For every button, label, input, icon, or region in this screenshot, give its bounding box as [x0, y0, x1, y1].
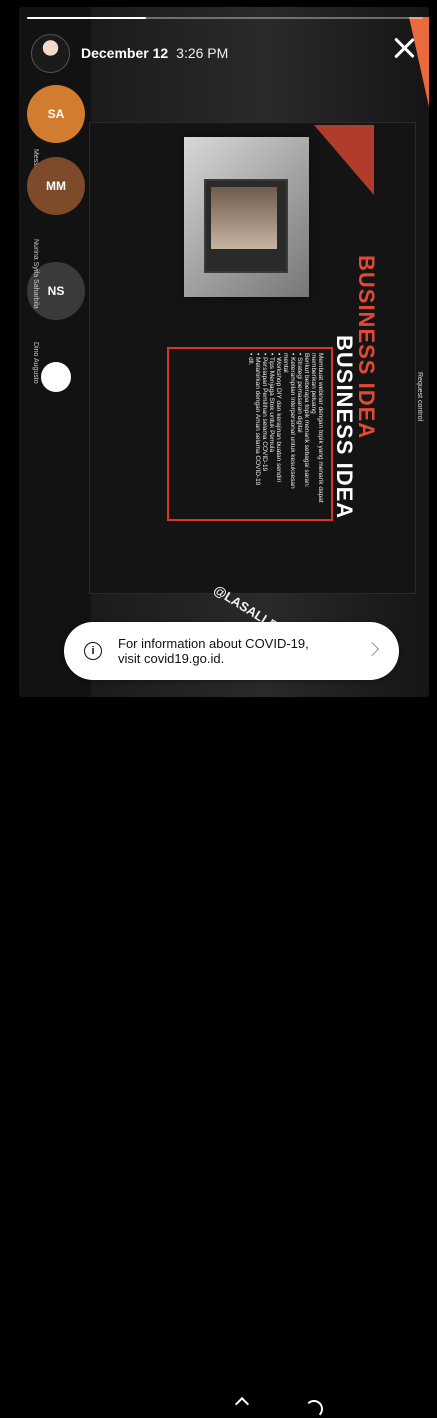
- slide-textbox: Membuat webinar dengan topik yang menari…: [167, 347, 333, 521]
- laptop-image: [204, 179, 288, 273]
- story-header: December 12 3:26 PM: [31, 33, 228, 73]
- slide-line: • Keterampilan interpersonal untuk kesuk…: [289, 353, 296, 489]
- story-progress-fill: [27, 17, 146, 19]
- participant-avatar-sa: SA: [27, 85, 85, 143]
- system-bar: [0, 697, 437, 1418]
- participants-column: SA Messa Marthana MM NS Nurina Syifa Sah…: [19, 7, 91, 697]
- covid-info-banner[interactable]: i For information about COVID-19, visit …: [64, 622, 399, 680]
- slide-line: • Tips Menjaga Stok untuk Pemula: [268, 353, 275, 453]
- slide-line: Berikut beberapa topik menarik sebagai s…: [303, 353, 310, 488]
- participant-initials: NS: [47, 284, 65, 298]
- participant-avatar-mm: MM: [27, 157, 85, 215]
- close-icon[interactable]: [389, 33, 419, 63]
- slide-line: • Persiapan Pemilihan selama COVID-19: [261, 353, 268, 472]
- decorative-triangle: [314, 125, 374, 195]
- story-date: December 12: [81, 45, 169, 61]
- refresh-icon[interactable]: [305, 1400, 323, 1418]
- participant-initials: MM: [46, 179, 66, 193]
- participant-avatar-da: [41, 362, 71, 392]
- slide-text-lines: Membuat webinar dengan topik yang menari…: [247, 353, 324, 503]
- participant-name: Nurina Syifa Saharbila: [32, 239, 39, 309]
- participant-initials: SA: [47, 107, 65, 121]
- slide-line: Membuat webinar dengan topik yang menari…: [317, 353, 324, 503]
- story-progress-bar: [27, 17, 423, 19]
- info-icon: i: [84, 642, 102, 660]
- covid-info-text: For information about COVID-19, visit co…: [118, 636, 309, 666]
- participant-name: Dino Augusto: [32, 342, 39, 384]
- slide-line: memberikan peluang: [310, 353, 317, 414]
- slide-line: mental: [282, 353, 289, 373]
- user-avatar[interactable]: [31, 33, 70, 73]
- slide-line: • Melahirkan dengan Aman selama COVID-19: [254, 353, 261, 486]
- story-time: 3:26 PM: [176, 45, 229, 61]
- request-control-label: Request control: [416, 372, 423, 422]
- slide-line: • dll.: [247, 353, 254, 366]
- story-viewer: SA Messa Marthana MM NS Nurina Syifa Sah…: [19, 7, 429, 697]
- chevron-right-icon: [364, 641, 380, 657]
- slide-line: • Workshop DIY dan kerajinan buatan send…: [275, 353, 282, 483]
- slide-line: • Strategi pemasaran digital: [296, 353, 303, 433]
- laptop-screen: [211, 187, 277, 249]
- slide-title-white: BUSINESS IDEA: [332, 335, 357, 520]
- swipe-up-icon[interactable]: [234, 1396, 250, 1412]
